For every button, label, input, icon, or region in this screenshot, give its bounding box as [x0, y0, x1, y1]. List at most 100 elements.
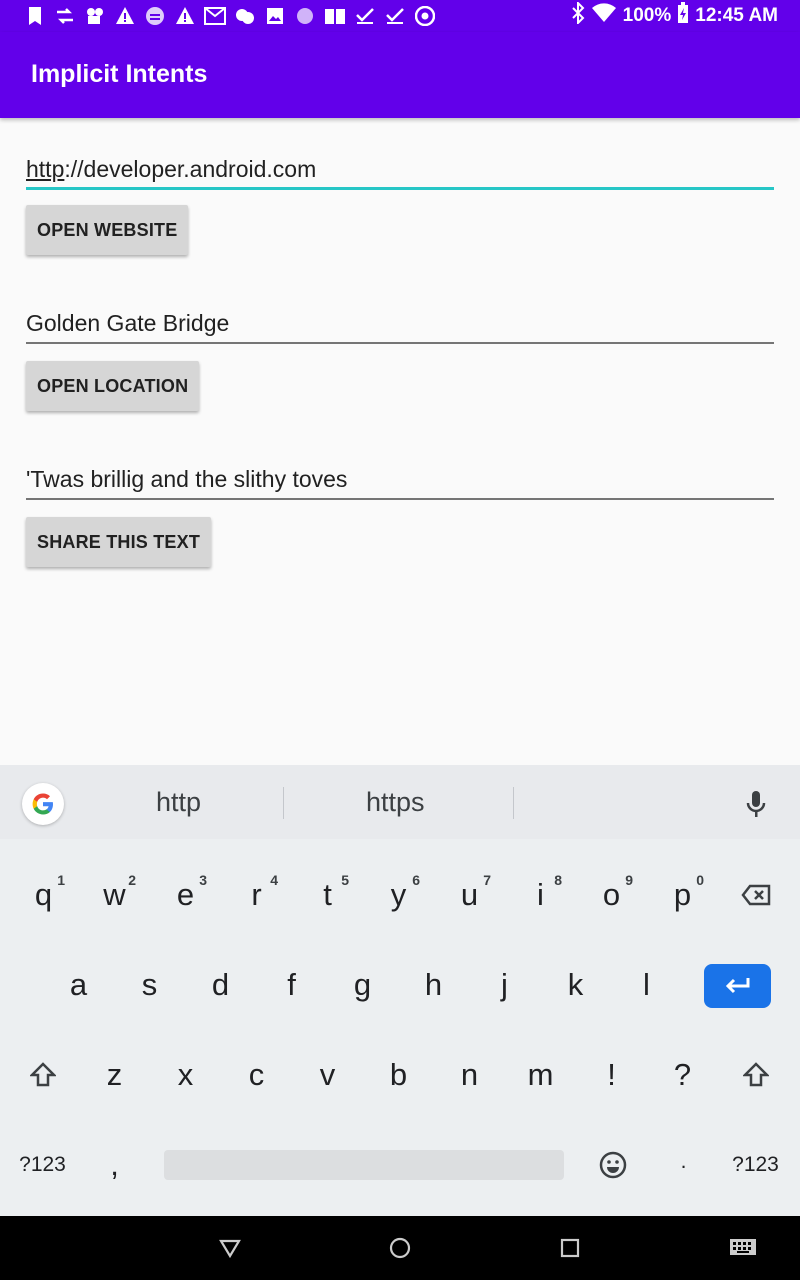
key-w[interactable]: w2 — [79, 850, 150, 940]
location-input[interactable]: Golden Gate Bridge — [26, 300, 774, 344]
share-text-button[interactable]: SHARE THIS TEXT — [26, 517, 212, 567]
recents-button[interactable] — [555, 1233, 585, 1263]
shift-right-key[interactable] — [720, 1030, 791, 1120]
recents-icon — [560, 1238, 580, 1258]
key-question[interactable]: ? — [647, 1030, 718, 1120]
enter-icon — [725, 978, 749, 994]
shift-icon — [742, 1062, 769, 1087]
emoji-key[interactable] — [577, 1120, 648, 1210]
back-button[interactable] — [215, 1233, 245, 1263]
key-hint: 6 — [412, 872, 420, 888]
key-label: p — [673, 877, 692, 912]
open-location-button[interactable]: OPEN LOCATION — [26, 361, 200, 411]
suggestion-https[interactable]: https — [366, 787, 425, 818]
key-v[interactable]: v — [292, 1030, 363, 1120]
navigation-bar — [0, 1216, 800, 1280]
symbols-right-key[interactable]: ?123 — [720, 1120, 791, 1210]
key-label: r — [251, 877, 262, 912]
key-c[interactable]: c — [221, 1030, 292, 1120]
key-r[interactable]: r4 — [221, 850, 292, 940]
key-label: t — [323, 877, 332, 912]
suggestion-http[interactable]: http — [156, 787, 201, 818]
input-underline — [26, 498, 774, 500]
key-hint: 0 — [696, 872, 704, 888]
status-right: 100% 12:45 AM — [571, 0, 778, 32]
microphone-icon[interactable] — [744, 787, 768, 821]
soft-keyboard: http https q1 w2 e3 r4 t5 y6 u7 i8 o9 p0… — [0, 765, 800, 1216]
emoji-icon — [599, 1151, 626, 1179]
app-bar: Implicit Intents — [0, 32, 800, 118]
key-a[interactable]: a — [43, 940, 114, 1030]
share-text-value: 'Twas brillig and the slithy toves — [26, 466, 348, 492]
key-k[interactable]: k — [540, 940, 611, 1030]
key-l[interactable]: l — [611, 940, 682, 1030]
key-i[interactable]: i8 — [505, 850, 576, 940]
status-bar: 100% 12:45 AM — [0, 0, 800, 32]
key-hint: 8 — [554, 872, 562, 888]
space-bar[interactable] — [164, 1150, 564, 1180]
chrome-icon — [414, 5, 436, 27]
key-z[interactable]: z — [79, 1030, 150, 1120]
key-label: w — [103, 877, 126, 912]
suggestion-divider — [513, 787, 514, 819]
input-underline — [26, 342, 774, 344]
input-underline — [26, 187, 774, 190]
location-value: Golden Gate Bridge — [26, 310, 230, 336]
weather-icon — [234, 5, 256, 27]
key-x[interactable]: x — [150, 1030, 221, 1120]
open-website-button[interactable]: OPEN WEBSITE — [26, 205, 189, 255]
website-url-value: http://developer.android.com — [26, 156, 316, 183]
url-rest: ://developer.android.com — [64, 156, 317, 182]
wifi-icon — [591, 3, 617, 29]
key-j[interactable]: j — [469, 940, 540, 1030]
key-label: o — [602, 877, 621, 912]
enter-key[interactable] — [704, 964, 771, 1008]
key-o[interactable]: o9 — [576, 850, 647, 940]
home-icon — [389, 1237, 411, 1259]
keyboard-switch-button[interactable] — [728, 1233, 758, 1263]
share-text-input[interactable]: 'Twas brillig and the slithy toves — [26, 456, 774, 500]
key-u[interactable]: u7 — [434, 850, 505, 940]
backspace-key[interactable] — [720, 850, 791, 940]
battery-icon — [677, 2, 689, 30]
key-label: y — [390, 877, 407, 912]
home-button[interactable] — [385, 1233, 415, 1263]
key-b[interactable]: b — [363, 1030, 434, 1120]
key-q[interactable]: q1 — [8, 850, 79, 940]
key-period[interactable]: . — [648, 1117, 719, 1207]
shift-left-key[interactable] — [7, 1030, 78, 1120]
website-url-input[interactable]: http://developer.android.com — [26, 146, 774, 190]
back-icon — [219, 1239, 241, 1258]
bookmark-icon — [24, 5, 46, 27]
key-t[interactable]: t5 — [292, 850, 363, 940]
backspace-icon — [740, 884, 770, 906]
key-label: i — [537, 877, 544, 912]
key-m[interactable]: m — [505, 1030, 576, 1120]
notification-icons — [24, 5, 436, 27]
check-icon — [384, 5, 406, 27]
transfer-icon — [54, 5, 76, 27]
symbols-left-key[interactable]: ?123 — [7, 1120, 78, 1210]
check-icon — [354, 5, 376, 27]
key-s[interactable]: s — [114, 940, 185, 1030]
app-title: Implicit Intents — [31, 60, 208, 88]
key-hint: 1 — [57, 872, 65, 888]
clock: 12:45 AM — [695, 5, 778, 26]
key-n[interactable]: n — [434, 1030, 505, 1120]
bluetooth-icon — [571, 0, 585, 30]
battery-percent: 100% — [622, 5, 672, 26]
key-e[interactable]: e3 — [150, 850, 221, 940]
key-d[interactable]: d — [185, 940, 256, 1030]
key-g[interactable]: g — [327, 940, 398, 1030]
key-p[interactable]: p0 — [647, 850, 718, 940]
key-comma[interactable]: , — [79, 1120, 150, 1210]
key-y[interactable]: y6 — [363, 850, 434, 940]
photo-icon — [264, 5, 286, 27]
url-scheme: http — [26, 156, 65, 182]
key-h[interactable]: h — [398, 940, 469, 1030]
google-icon[interactable] — [22, 783, 64, 825]
key-f[interactable]: f — [256, 940, 327, 1030]
key-hint: 2 — [128, 872, 136, 888]
key-exclamation[interactable]: ! — [576, 1030, 647, 1120]
shift-icon — [29, 1062, 56, 1087]
